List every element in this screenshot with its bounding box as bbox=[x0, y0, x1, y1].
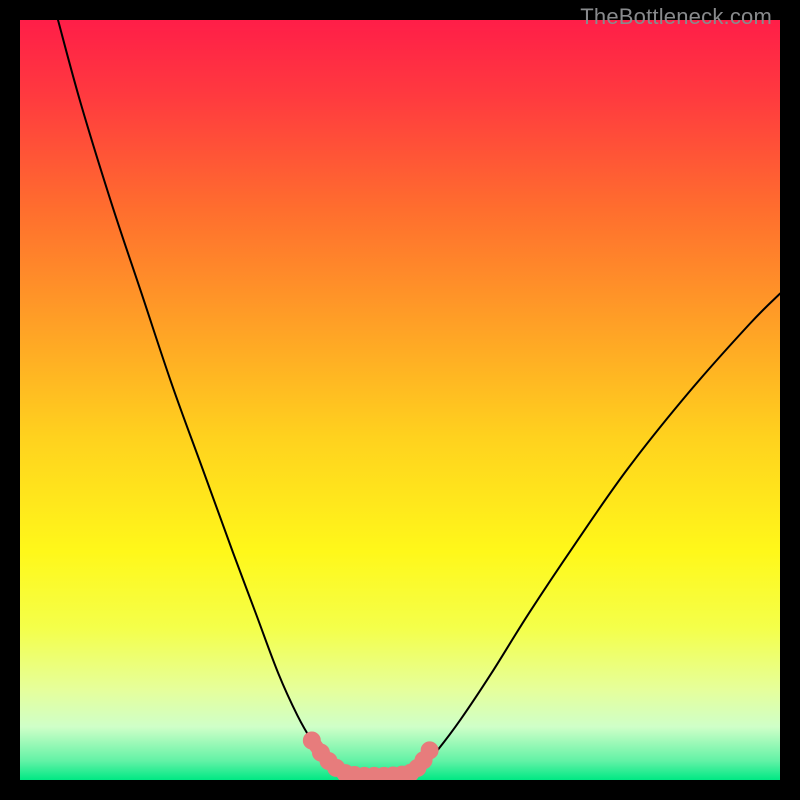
gradient-background bbox=[20, 20, 780, 780]
attribution-watermark: TheBottleneck.com bbox=[580, 4, 772, 30]
chart-frame bbox=[20, 20, 780, 780]
valley-marker-dot bbox=[421, 742, 438, 759]
bottleneck-chart bbox=[20, 20, 780, 780]
